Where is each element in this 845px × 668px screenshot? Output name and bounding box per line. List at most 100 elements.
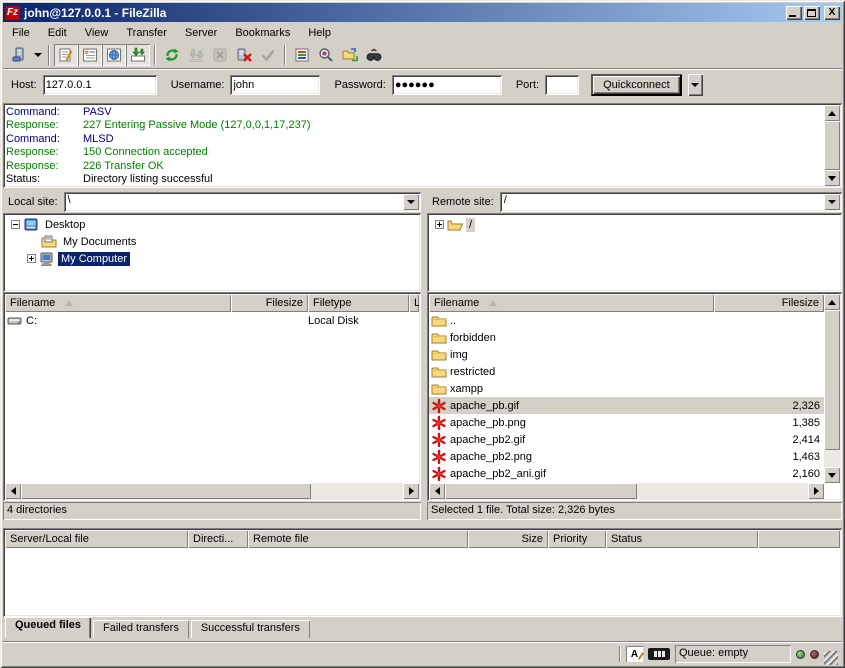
refresh-button[interactable] [160,44,184,66]
titlebar[interactable]: Fz john@127.0.0.1 - FileZilla X [3,3,842,22]
column-header-filename[interactable]: Filename [5,294,231,312]
menu-help[interactable]: Help [299,25,340,41]
site-manager-dropdown[interactable] [31,44,44,66]
scroll-left-button[interactable] [5,483,21,499]
menu-transfer[interactable]: Transfer [117,25,176,41]
close-button[interactable]: X [824,6,840,20]
tab-failed-transfers[interactable]: Failed transfers [93,620,189,638]
site-manager-icon [11,47,27,63]
file-row-selected[interactable]: apache_pb.gif2,326 [429,397,824,414]
file-row[interactable]: apache_pb2_ani.gif2,160 [429,465,824,482]
tab-queued-files[interactable]: Queued files [5,617,91,638]
reconnect-button[interactable] [256,44,280,66]
remote-hscrollbar[interactable] [429,483,824,499]
tree-item-desktop[interactable]: Desktop [7,216,421,233]
column-header-filename[interactable]: Filename [429,294,714,312]
scrollbar-thumb[interactable] [824,121,840,170]
cancel-button[interactable] [208,44,232,66]
column-header-filesize[interactable]: Filesize [231,294,308,312]
app-icon[interactable]: Fz [5,6,20,20]
file-row[interactable]: apache_pb.png1,385 [429,414,824,431]
collapse-icon[interactable] [11,220,20,229]
folder-icon [431,381,447,397]
file-row[interactable]: restricted [429,363,824,380]
username-input[interactable] [230,75,320,95]
tree-item-my-computer[interactable]: My Computer [7,250,421,267]
column-header-status[interactable]: Status [606,530,758,548]
minimize-button[interactable] [786,6,802,20]
column-header-server-local-file[interactable]: Server/Local file [5,530,188,548]
process-queue-button[interactable] [184,44,208,66]
scrollbar-thumb[interactable] [21,483,311,499]
file-row[interactable]: forbidden [429,329,824,346]
speed-limit-icon[interactable] [648,648,670,660]
quickconnect-button[interactable]: Quickconnect [591,74,682,96]
log-line: Response:150 Connection accepted [6,146,823,159]
quickconnect-dropdown[interactable] [688,74,703,96]
scroll-right-icon [814,487,819,495]
local-hscrollbar[interactable] [5,483,419,499]
folder-icon [431,347,447,363]
remote-site-dropdown[interactable] [824,194,840,210]
scroll-up-button[interactable] [824,105,840,121]
compare-button[interactable] [314,44,338,66]
resize-grip[interactable] [824,651,838,665]
local-site-dropdown[interactable] [403,194,419,210]
maximize-button[interactable] [804,6,820,20]
file-row[interactable]: apache_pb2.png1,463 [429,448,824,465]
toggle-message-log-button[interactable] [54,44,78,66]
toggle-queue-button[interactable] [126,44,150,66]
filter-button[interactable] [290,44,314,66]
column-header-filesize[interactable]: Filesize [714,294,824,312]
image-file-icon [431,415,447,431]
disconnect-button[interactable] [232,44,256,66]
password-input[interactable] [392,75,502,95]
column-header-filetype[interactable]: Filetype [308,294,409,312]
menu-view[interactable]: View [76,25,118,41]
port-input[interactable] [545,75,579,95]
local-list-header: Filename Filesize Filetype L [5,294,419,312]
remote-site-combo[interactable]: / [500,192,842,212]
tree-item-my-documents[interactable]: My Documents [7,233,421,250]
file-row[interactable]: img [429,346,824,363]
menu-edit[interactable]: Edit [39,25,76,41]
file-row[interactable]: apache_pb2.gif2,414 [429,431,824,448]
menu-file[interactable]: File [3,25,39,41]
transfer-queue: Server/Local file Directi... Remote file… [3,528,842,617]
scroll-right-button[interactable] [808,483,824,499]
local-site-combo[interactable]: \ [64,192,421,212]
column-header-priority[interactable]: Priority [548,530,606,548]
find-button[interactable] [362,44,386,66]
log-scrollbar[interactable] [824,105,840,186]
expand-icon[interactable] [435,220,444,229]
column-header-direction[interactable]: Directi... [188,530,248,548]
log-line: Response:226 Transfer OK [6,160,823,173]
remote-vscrollbar[interactable] [824,294,840,483]
column-header-remote-file[interactable]: Remote file [248,530,468,548]
local-file-list: Filename Filesize Filetype L C: Local Di… [3,292,421,501]
host-input[interactable] [43,75,157,95]
file-row[interactable]: .. [429,312,824,329]
toggle-remote-tree-button[interactable] [102,44,126,66]
scroll-down-button[interactable] [824,467,840,483]
column-header-size[interactable]: Size [468,530,548,548]
column-header-last-modified[interactable]: L [409,294,419,312]
transfer-type-icon[interactable]: A [626,646,643,662]
synchronized-browsing-button[interactable] [338,44,362,66]
expand-icon[interactable] [27,254,36,263]
site-manager-button[interactable] [7,44,31,66]
tab-successful-transfers[interactable]: Successful transfers [191,620,310,638]
tree-item-root[interactable]: / [431,216,842,233]
menu-bookmarks[interactable]: Bookmarks [226,25,299,41]
scroll-left-icon [435,487,440,495]
scroll-left-button[interactable] [429,483,445,499]
scroll-down-button[interactable] [824,170,840,186]
toggle-local-tree-button[interactable] [78,44,102,66]
file-row[interactable]: xampp [429,380,824,397]
scrollbar-thumb[interactable] [824,310,840,450]
scrollbar-thumb[interactable] [445,483,637,499]
scroll-right-button[interactable] [403,483,419,499]
scroll-up-button[interactable] [824,294,840,310]
menu-server[interactable]: Server [176,25,226,41]
file-row-c-drive[interactable]: C: Local Disk [5,312,419,329]
